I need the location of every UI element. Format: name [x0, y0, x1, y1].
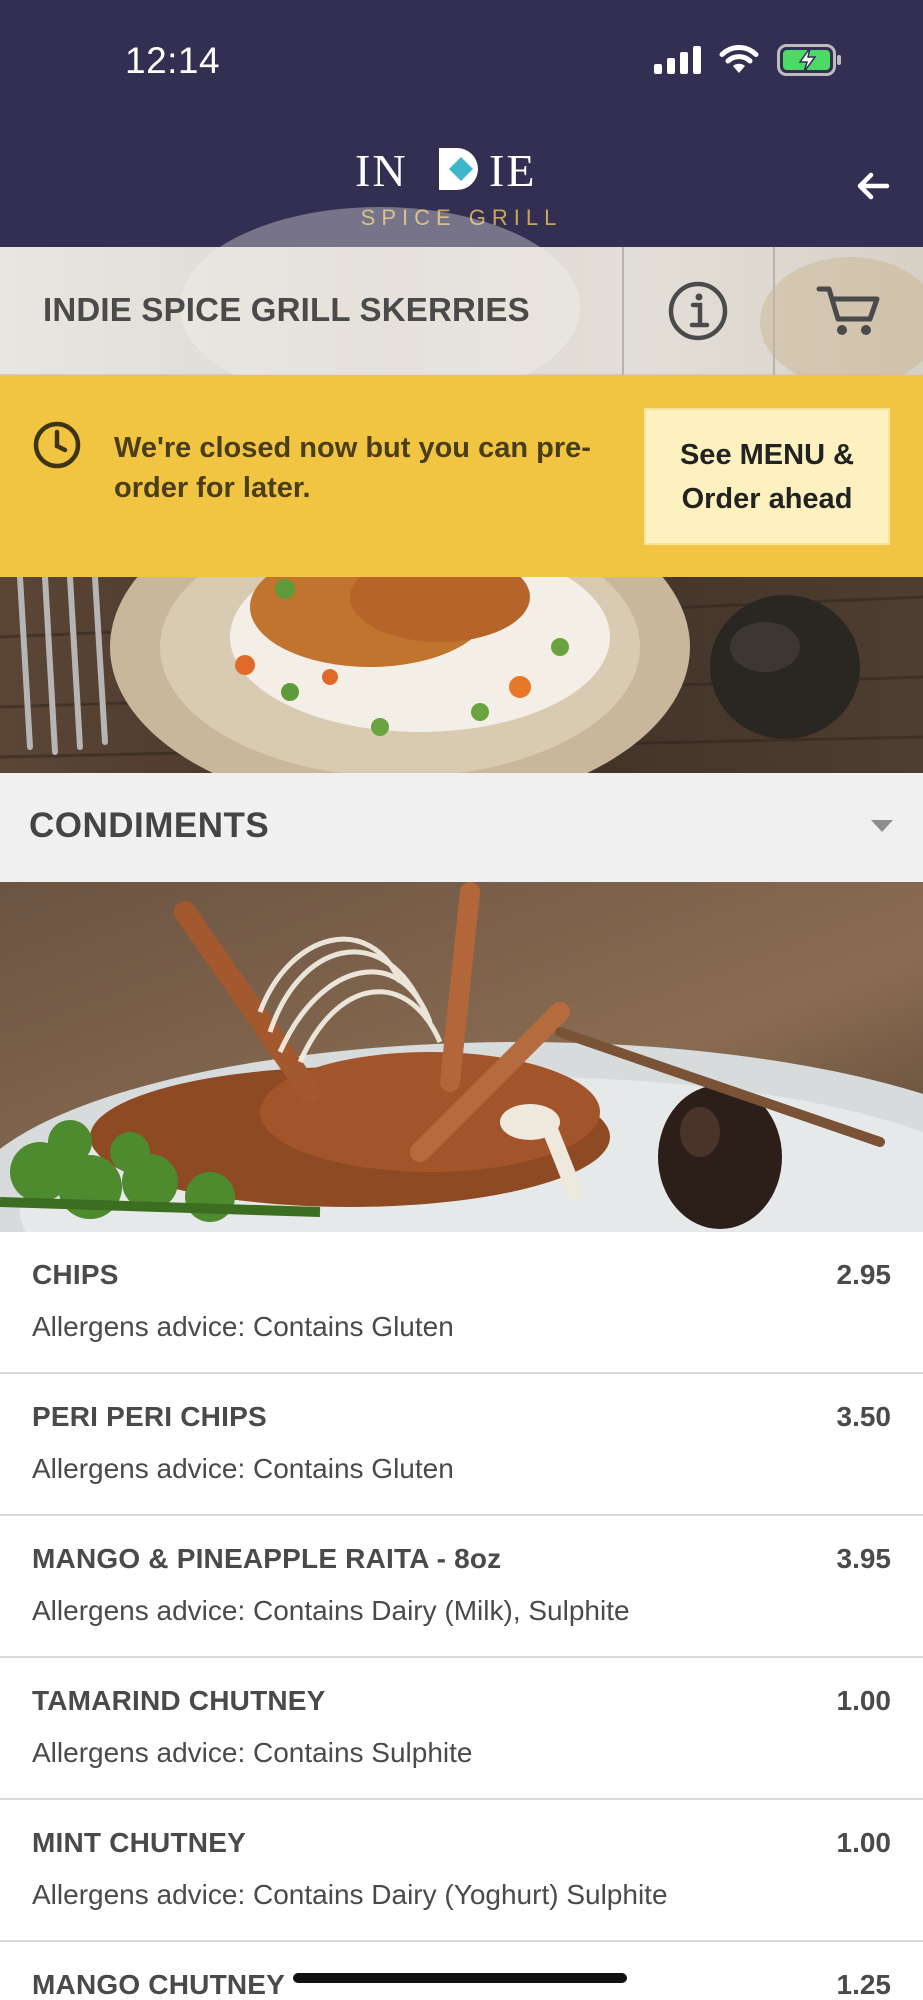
item-price: 3.95 [836, 1543, 892, 1574]
svg-text:IN: IN [355, 146, 408, 192]
menu-item[interactable]: MINT CHUTNEY 1.00 Allergens advice: Cont… [0, 1800, 923, 1942]
wifi-icon [719, 45, 759, 75]
home-indicator [293, 1973, 627, 1983]
item-price: 3.50 [836, 1401, 892, 1432]
status-time: 12:14 [125, 40, 221, 81]
item-allergens: Allergens advice: Contains Sulphite [32, 1737, 473, 1768]
item-name: CHIPS [32, 1259, 119, 1290]
item-allergens: Allergens advice: Contains Gluten [32, 1453, 454, 1484]
menu-item[interactable]: PERI PERI CHIPS 3.50 Allergens advice: C… [0, 1374, 923, 1516]
indie-logo: IN IE [355, 146, 536, 192]
store-bar: INDIE SPICE GRILL SKERRIES [0, 207, 923, 407]
closed-message: We're closed now but you can pre-order f… [114, 432, 591, 504]
item-price: 1.25 [836, 1969, 892, 2000]
svg-text:IE: IE [489, 146, 536, 192]
item-name: PERI PERI CHIPS [32, 1401, 267, 1432]
clock-icon [33, 421, 81, 469]
cart-button[interactable] [775, 247, 923, 375]
item-price: 2.95 [836, 1259, 892, 1290]
store-info-button[interactable] [623, 247, 773, 375]
caret-down-icon [871, 820, 893, 832]
menu-list: CHIPS 2.95 Allergens advice: Contains Gl… [0, 1232, 923, 2000]
item-name: MANGO CHUTNEY [32, 1969, 286, 2000]
item-allergens: Allergens advice: Contains Dairy (Yoghur… [32, 1879, 668, 1910]
button-label-line2: Order ahead [681, 482, 853, 515]
menu-item[interactable]: MANGO CHUTNEY 1.25 [0, 1942, 923, 2000]
menu-item[interactable]: TAMARIND CHUTNEY 1.00 Allergens advice: … [0, 1658, 923, 1800]
item-allergens: Allergens advice: Contains Gluten [32, 1311, 454, 1342]
item-allergens: Allergens advice: Contains Dairy (Milk),… [32, 1595, 630, 1626]
store-name: INDIE SPICE GRILL SKERRIES [43, 291, 530, 328]
category-image [0, 882, 923, 1232]
button-label-line1: See MENU & [679, 438, 855, 471]
category-condiments-toggle[interactable]: CONDIMENTS [0, 773, 923, 882]
item-price: 1.00 [836, 1685, 892, 1716]
see-menu-order-ahead-button[interactable]: See MENU & Order ahead [644, 408, 890, 545]
food-banner-image [0, 577, 923, 773]
item-name: TAMARIND CHUTNEY [32, 1685, 326, 1716]
back-button[interactable] [853, 166, 893, 206]
app-header: 12:14 IN IE SPICE GRILL [0, 0, 923, 247]
menu-item[interactable]: MANGO & PINEAPPLE RAITA - 8oz 3.95 Aller… [0, 1516, 923, 1658]
cart-icon [816, 286, 880, 335]
item-name: MINT CHUTNEY [32, 1827, 246, 1858]
arrow-left-icon [857, 172, 890, 200]
cellular-signal-icon [654, 46, 701, 74]
menu-item[interactable]: CHIPS 2.95 Allergens advice: Contains Gl… [0, 1232, 923, 1374]
item-price: 1.00 [836, 1827, 892, 1858]
category-title: CONDIMENTS [29, 806, 270, 845]
status-icons [654, 44, 843, 76]
info-icon [668, 281, 728, 341]
item-name: MANGO & PINEAPPLE RAITA - 8oz [32, 1543, 502, 1574]
battery-charging-icon [777, 44, 843, 76]
